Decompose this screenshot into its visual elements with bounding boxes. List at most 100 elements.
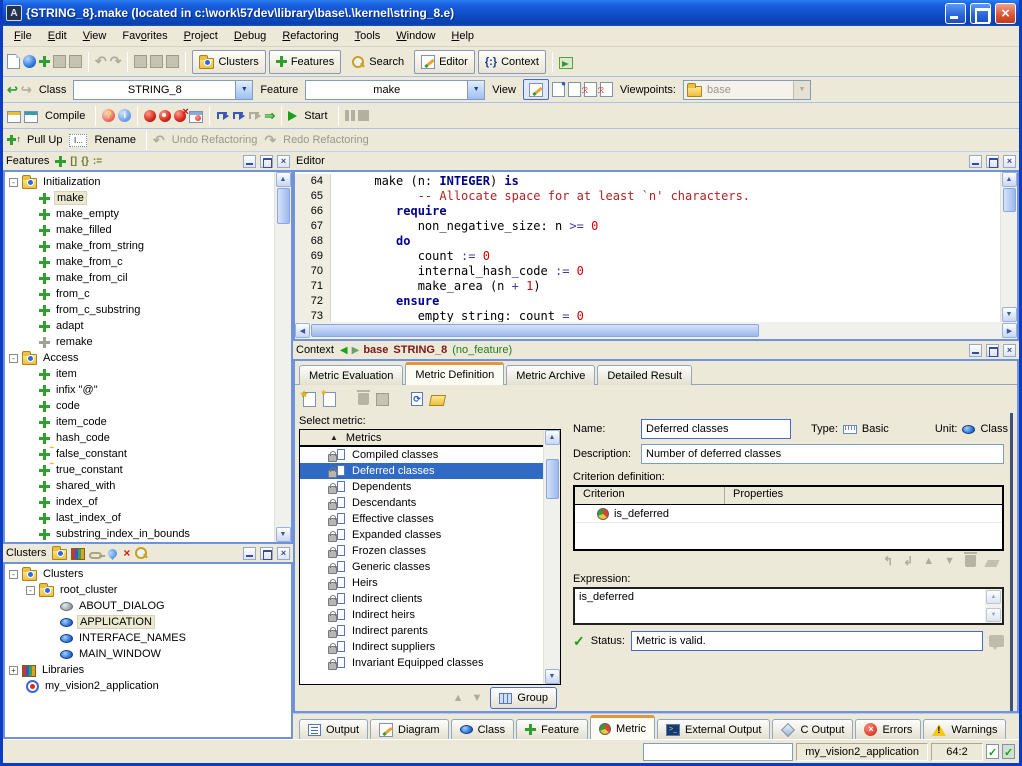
feature-tree-item[interactable]: make_from_c [7,254,274,270]
feature-tree-item[interactable]: make_empty [7,206,274,222]
editor-scroll-down-icon[interactable]: ▼ [1002,307,1017,322]
pull-up-label[interactable]: Pull Up [23,134,66,146]
pull-up-icon[interactable]: ↑ [7,134,20,146]
code-line[interactable]: 66 require [295,204,1000,219]
metric-list-item[interactable]: Indirect clients [300,591,543,607]
feature-tree-item[interactable]: item_code [7,414,274,430]
cluster-tree-item[interactable]: INTERFACE_NAMES [7,630,291,646]
tree-expander-icon[interactable]: + [9,666,18,675]
bottom-tab-c-output[interactable]: C Output [772,719,853,739]
context-close-icon[interactable] [1003,344,1016,357]
features-scrollbar[interactable]: ▲ ▼ [274,172,291,542]
feature-tree-label[interactable]: last_index_of [54,512,123,524]
expression-text[interactable]: is_deferred [575,589,985,623]
tab-metric-archive[interactable]: Metric Archive [506,365,595,385]
features-filter-plus-icon[interactable] [55,156,66,167]
view-clickable-icon[interactable]: ● [552,82,565,97]
criterion-row[interactable]: is_deferred [575,505,1002,523]
feature-tree-item[interactable]: ~false_constant [7,446,274,462]
tab-metric-definition[interactable]: Metric Definition [405,362,504,385]
feature-tree-item[interactable]: index_of [7,494,274,510]
metric-list-item[interactable]: Indirect heirs [300,607,543,623]
metric-scroll-down-icon[interactable]: ▼ [545,669,560,684]
rename-label[interactable]: Rename [90,134,140,146]
enable-breakpoints-icon[interactable] [144,110,156,122]
clusters-tool-button[interactable]: Clusters [192,50,265,74]
disable-breakpoints-icon[interactable] [159,110,171,122]
features-scroll-down-icon[interactable]: ▼ [276,527,291,542]
cluster-tree-item[interactable]: ABOUT_DIALOG [7,598,291,614]
feature-tree-item[interactable]: substring_index_in_bounds [7,526,274,542]
cluster-tree-label[interactable]: Clusters [41,568,85,580]
status-search-input[interactable] [643,743,793,761]
feature-tree-item[interactable]: make_from_string [7,238,274,254]
cluster-tree-label[interactable]: APPLICATION [77,615,155,629]
feature-tree-item[interactable]: hash_code [7,430,274,446]
editor-scroll-left-icon[interactable]: ◀ [295,323,310,338]
metric-list-scrollbar[interactable]: ▲ ▼ [543,430,560,684]
feature-tree-item[interactable]: infix "@" [7,382,274,398]
menu-help[interactable]: Help [443,28,482,44]
feature-tree-label[interactable]: Initialization [41,176,102,188]
feature-tree-label[interactable]: adapt [54,320,86,332]
new-document-icon[interactable] [7,54,20,69]
history-back-icon[interactable] [7,82,18,98]
clusters-maximize-icon[interactable] [260,547,273,560]
feature-tree-label[interactable]: index_of [54,496,100,508]
metric-check-icon[interactable] [986,744,999,759]
context-minimize-icon[interactable] [969,344,982,357]
feature-combobox-arrow-icon[interactable] [467,81,484,99]
open-browser-icon[interactable] [23,55,36,68]
tree-expander-icon[interactable]: - [9,570,18,579]
features-filter-assign-icon[interactable]: := [93,156,102,167]
remove-item-icon[interactable] [123,547,130,559]
feature-tree-label[interactable]: hash_code [54,432,112,444]
menu-view[interactable]: View [75,28,115,44]
view-editor-button[interactable] [523,79,549,100]
duplicate-metric-icon[interactable]: ★ [323,392,336,407]
freeze-icon[interactable] [24,111,38,123]
cluster-tree-item[interactable]: my_vision2_application [7,678,291,694]
tab-metric-evaluation[interactable]: Metric Evaluation [299,365,403,385]
start-label[interactable]: Start [300,110,331,122]
code-editor[interactable]: 64 make (n: INTEGER) is65 -- Allocate sp… [295,172,1000,322]
code-line[interactable]: 65 -- Allocate space for at least `n' ch… [295,189,1000,204]
feature-tree-label[interactable]: make_from_c [54,256,125,268]
context-maximize-icon[interactable] [986,344,999,357]
editor-close-icon[interactable] [1003,155,1016,168]
class-combobox-arrow-icon[interactable] [235,81,252,99]
minimize-button[interactable] [945,3,966,24]
tree-expander-icon[interactable]: - [9,354,18,363]
features-minimize-icon[interactable] [243,155,256,168]
code-line[interactable]: 67 non_negative_size: n >= 0 [295,219,1000,234]
feature-tree-item[interactable]: -Initialization [7,174,274,190]
feature-tree-label[interactable]: make_from_string [54,240,146,252]
editor-vscrollbar[interactable]: ▲ ▼ [1000,172,1017,322]
metric-list-item[interactable]: Heirs [300,575,543,591]
class-combobox[interactable]: STRING_8 [73,80,253,100]
rename-icon[interactable] [69,134,87,147]
editor-scroll-up-icon[interactable]: ▲ [1002,172,1017,187]
feature-tree-label[interactable]: false_constant [54,448,129,460]
cluster-tree-label[interactable]: Libraries [40,664,86,676]
new-library-icon[interactable] [71,548,85,560]
metric-check-all-icon[interactable] [1002,744,1015,759]
step-into-icon[interactable] [232,110,245,121]
view-flat-icon[interactable] [568,82,581,97]
feature-tree-label[interactable]: item_code [54,416,109,428]
features-tool-button[interactable]: Features [269,50,341,74]
cluster-tree-label[interactable]: my_vision2_application [43,680,161,692]
maximize-button[interactable] [970,3,991,24]
editor-hscrollbar[interactable]: ◀ ▶ [295,322,1017,339]
view-contract-icon[interactable]: ℛ [584,82,597,97]
metric-name-input[interactable] [641,419,791,439]
clusters-search-icon[interactable] [134,546,148,560]
import-metrics-icon[interactable] [429,395,446,406]
compile-query-icon[interactable] [102,109,115,122]
metric-list-item[interactable]: Compiled classes [300,447,543,463]
melt-icon[interactable] [7,111,21,123]
feature-tree-item[interactable]: make_from_cil [7,270,274,286]
editor-minimize-icon[interactable] [969,155,982,168]
features-scroll-up-icon[interactable]: ▲ [276,172,291,187]
expression-box[interactable]: is_deferred ▲ ▼ [573,587,1004,625]
